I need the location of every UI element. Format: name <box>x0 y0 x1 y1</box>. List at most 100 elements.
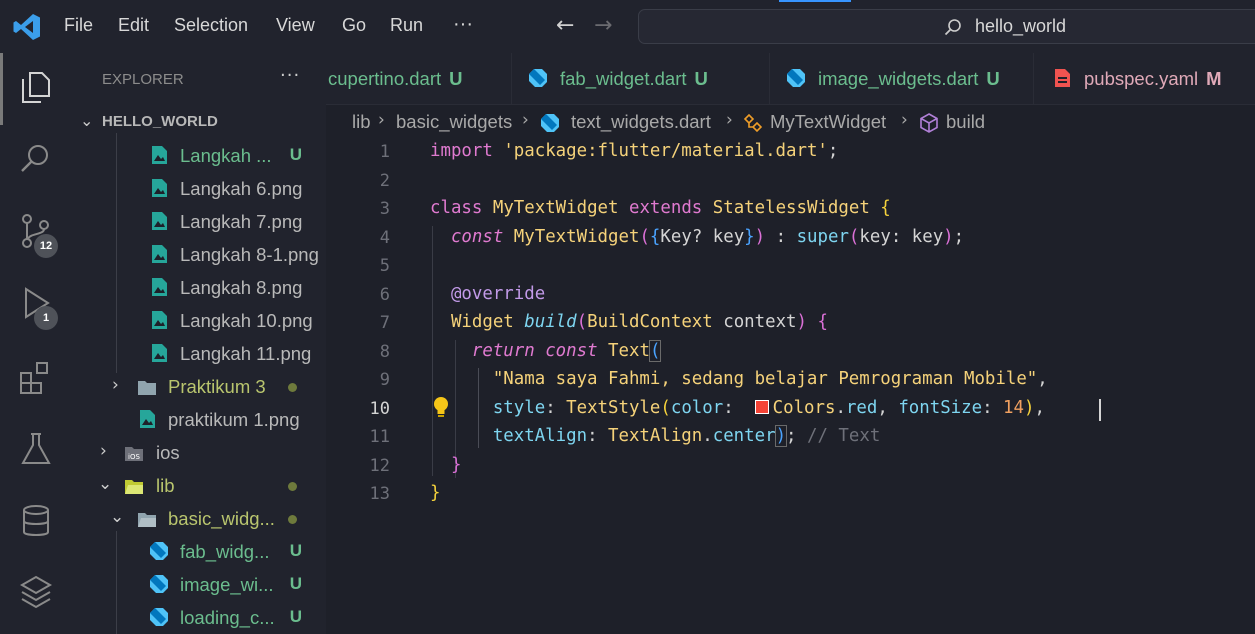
tree-item-label: Langkah ... <box>180 145 272 166</box>
back-arrow-icon[interactable]: ← <box>556 13 574 38</box>
chevron-down-icon: ⌄ <box>98 474 113 494</box>
image-file-icon <box>152 344 167 362</box>
chevron-down-icon: ⌄ <box>110 507 125 527</box>
code-line: import 'package:flutter/material.dart'; <box>430 141 839 161</box>
menu-go[interactable]: Go <box>342 15 366 36</box>
tab-image-widgets[interactable]: image_widgets.dart U <box>770 53 1034 105</box>
forward-arrow-icon[interactable]: → <box>594 13 612 38</box>
tree-item-label: lib <box>156 475 175 496</box>
title-bar: File Edit Selection View Go Run ··· ← → … <box>0 0 1255 53</box>
chevron-right-icon: › <box>901 110 908 130</box>
color-swatch-red[interactable] <box>754 400 769 414</box>
modified-dot <box>288 482 297 491</box>
tree-item-label: loading_c... <box>180 607 275 628</box>
tree-folder-lib[interactable]: ⌄ lib <box>72 469 326 502</box>
tree-item-image[interactable]: Langkah 8-1.png <box>72 238 326 271</box>
layers-icon[interactable] <box>18 573 54 609</box>
tab-pubspec[interactable]: pubspec.yaml M <box>1034 53 1255 105</box>
breadcrumb-class[interactable]: MyTextWidget <box>770 111 886 133</box>
breadcrumb-basic-widgets[interactable]: basic_widgets <box>396 111 512 133</box>
explorer-title: EXPLORER <box>102 71 184 88</box>
code-editor[interactable]: 1 2 3 4 5 6 7 8 9 10 11 12 13 import 'pa… <box>326 137 1255 634</box>
image-file-icon <box>152 278 167 296</box>
search-icon[interactable] <box>18 141 54 177</box>
modified-dot <box>288 383 297 392</box>
tree-folder-praktikum-3[interactable]: › Praktikum 3 <box>72 370 326 403</box>
code-line: @override <box>450 284 546 304</box>
tree-item-image[interactable]: Langkah ... U <box>72 139 326 172</box>
tab-cupertino[interactable]: cupertino.dart U <box>326 53 512 105</box>
tree-item-dart[interactable]: fab_widg... U <box>72 535 326 568</box>
command-center[interactable]: hello_world <box>638 9 1255 44</box>
explorer-icon[interactable] <box>18 69 54 105</box>
source-control-badge: 12 <box>34 234 58 258</box>
code-line: } <box>450 455 462 475</box>
tab-fab-widget[interactable]: fab_widget.dart U <box>512 53 770 105</box>
editor-tabs: cupertino.dart U fab_widget.dart U image_w… <box>326 53 1255 105</box>
lib-folder-icon <box>125 480 143 494</box>
tree-item-image[interactable]: Langkah 7.png <box>72 205 326 238</box>
line-number: 7 <box>379 313 390 333</box>
search-icon <box>944 19 961 36</box>
workspace-root-label: HELLO_WORLD <box>102 113 218 130</box>
command-center-label: hello_world <box>975 16 1067 36</box>
tree-item-dart[interactable]: loading_c... U <box>72 601 326 634</box>
image-file-icon <box>152 311 167 329</box>
git-status-untracked: U <box>289 145 302 164</box>
database-icon[interactable] <box>18 503 54 539</box>
tree-folder-basic-widgets[interactable]: ⌄ basic_widg... <box>72 502 326 535</box>
tree-folder-ios[interactable]: › iOS ios <box>72 436 326 469</box>
tree-item-label: Langkah 6.png <box>180 178 303 199</box>
run-debug-badge: 1 <box>34 306 58 330</box>
menu-selection[interactable]: Selection <box>174 15 248 36</box>
tree-item-dart[interactable]: image_wi... U <box>72 568 326 601</box>
menu-view[interactable]: View <box>276 15 315 36</box>
dart-file-icon <box>150 542 168 560</box>
image-file-icon <box>152 179 167 197</box>
lightbulb-icon[interactable] <box>430 395 452 419</box>
tree-item-image[interactable]: Langkah 6.png <box>72 172 326 205</box>
code-line: class MyTextWidget extends StatelessWidg… <box>430 198 891 218</box>
title-accent-line <box>779 0 851 2</box>
tree-item-label: Praktikum 3 <box>168 376 266 397</box>
tree-item-image[interactable]: Langkah 10.png <box>72 304 326 337</box>
tab-label: cupertino.dart U <box>328 68 463 89</box>
testing-icon[interactable] <box>18 431 54 467</box>
tree-item-image[interactable]: Langkah 11.png <box>72 337 326 370</box>
code-line: const MyTextWidget({Key? key}) : super(k… <box>450 227 965 247</box>
text-cursor <box>1099 399 1101 421</box>
tab-label: pubspec.yaml M <box>1084 68 1222 89</box>
menu-more[interactable]: ··· <box>453 13 473 36</box>
method-symbol-icon <box>920 113 938 133</box>
tree-item-label: praktikum 1.png <box>168 409 300 430</box>
tree-item-image[interactable]: praktikum 1.png <box>72 403 326 436</box>
tree-item-label: Langkah 8.png <box>180 277 303 298</box>
line-number: 12 <box>369 456 390 476</box>
menu-run[interactable]: Run <box>390 15 423 36</box>
menu-file[interactable]: File <box>64 15 93 36</box>
modified-dot <box>288 515 297 524</box>
tree-item-label: Langkah 10.png <box>180 310 313 331</box>
breadcrumb-method[interactable]: build <box>946 111 985 133</box>
tree-item-image[interactable]: Langkah 8.png <box>72 271 326 304</box>
dart-file-icon <box>529 69 547 87</box>
dart-file-icon <box>150 575 168 593</box>
menu-edit[interactable]: Edit <box>118 15 149 36</box>
dart-file-icon <box>787 69 805 87</box>
line-number: 5 <box>379 256 390 276</box>
explorer-more-icon[interactable]: ··· <box>280 65 300 86</box>
ios-folder-icon: iOS <box>125 447 143 461</box>
code-line: textAlign: TextAlign.center); // Text <box>492 425 881 447</box>
svg-text:iOS: iOS <box>128 453 140 461</box>
breadcrumb-file[interactable]: text_widgets.dart <box>571 111 711 133</box>
vscode-logo-icon[interactable] <box>12 12 42 42</box>
chevron-right-icon: › <box>726 110 733 130</box>
explorer-sidebar: EXPLORER ··· ⌄ HELLO_WORLD Langkah ... U… <box>72 53 326 634</box>
extensions-icon[interactable] <box>18 359 54 395</box>
git-status-untracked: U <box>289 574 302 593</box>
workspace-root[interactable]: ⌄ HELLO_WORLD <box>72 109 326 133</box>
line-number: 9 <box>379 370 390 390</box>
breadcrumb-lib[interactable]: lib <box>352 111 371 133</box>
line-number: 11 <box>369 427 390 447</box>
code-line: } <box>430 483 441 503</box>
